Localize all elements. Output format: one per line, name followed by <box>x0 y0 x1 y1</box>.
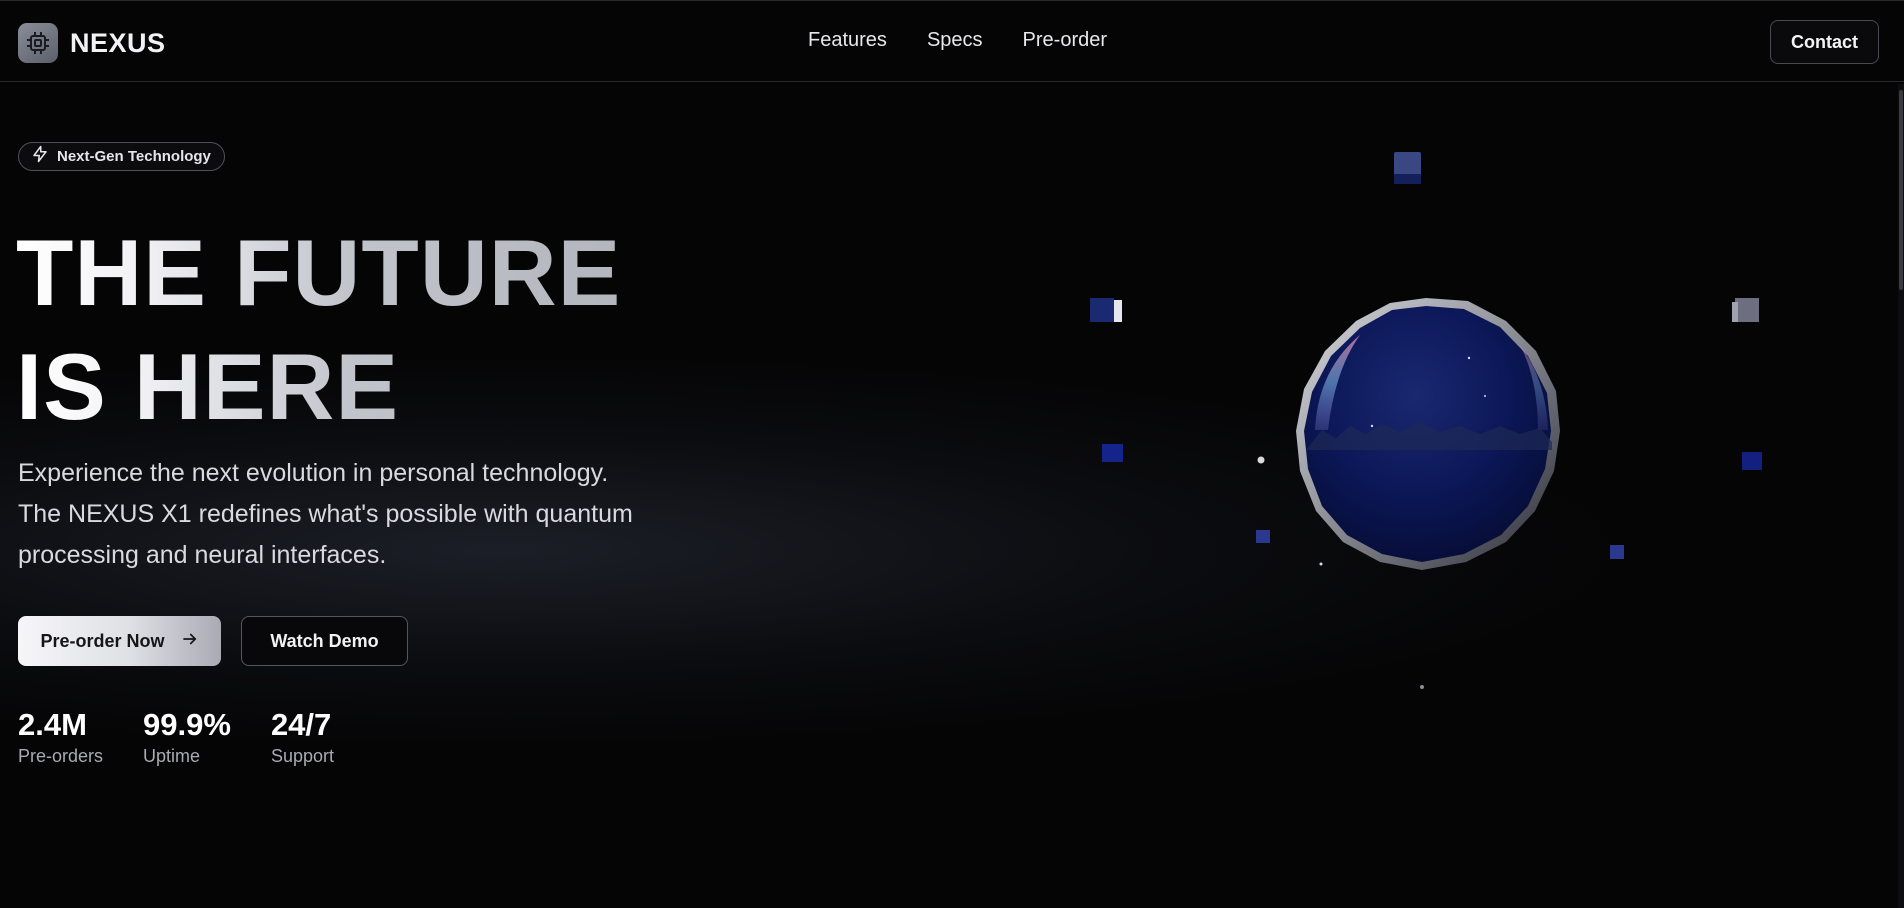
pre-order-now-label: Pre-order Now <box>40 630 165 651</box>
hero-stats: 2.4M Pre-orders 99.9% Uptime 24/7 Suppor… <box>18 706 334 767</box>
brand-logo[interactable]: NEXUS <box>18 23 166 63</box>
particle-dot <box>1319 562 1323 566</box>
contact-button[interactable]: Contact <box>1770 20 1879 64</box>
stat-label: Uptime <box>143 746 201 766</box>
product-3d-scene[interactable] <box>1060 130 1780 720</box>
glass-sphere <box>1296 298 1560 570</box>
badge-label: Next-Gen Technology <box>57 148 211 165</box>
arrow-right-icon <box>181 630 199 653</box>
nav-link-specs[interactable]: Specs <box>927 29 983 52</box>
floating-cube <box>1610 545 1624 559</box>
nav-link-features[interactable]: Features <box>808 29 887 52</box>
stat-value: 2.4M <box>18 707 87 742</box>
scrollbar-thumb[interactable] <box>1899 90 1903 290</box>
description-line-1: Experience the next evolution in persona… <box>18 459 609 487</box>
hero-description: Experience the next evolution in persona… <box>18 453 698 576</box>
watch-demo-button[interactable]: Watch Demo <box>241 616 408 666</box>
stat-value: 99.9% <box>143 707 231 742</box>
description-line-3: processing and neural interfaces. <box>18 541 387 569</box>
stat-pre-orders: 2.4M Pre-orders <box>18 706 103 767</box>
floating-cube <box>1102 444 1123 462</box>
top-navbar: NEXUS Features Specs Pre-order Contact <box>0 0 1904 82</box>
floating-cube <box>1090 298 1122 322</box>
floating-cube <box>1394 152 1421 184</box>
floating-cube <box>1256 530 1270 543</box>
pre-order-now-button[interactable]: Pre-order Now <box>18 616 221 666</box>
floating-cube <box>1742 452 1762 470</box>
floating-cube <box>1732 298 1759 322</box>
stat-label: Support <box>270 746 334 766</box>
stat-support: 24/7 Support <box>271 706 334 767</box>
description-line-2: The NEXUS X1 redefines what's possible w… <box>18 500 633 528</box>
headline-line-1: THE FUTURE <box>16 220 622 325</box>
brand-name: NEXUS <box>70 27 166 58</box>
stat-label: Pre-orders <box>18 746 104 766</box>
tech-badge: Next-Gen Technology <box>18 142 225 171</box>
nav-links: Features Specs Pre-order <box>808 29 1107 52</box>
particle-dot <box>1257 456 1265 464</box>
lightning-icon <box>31 145 49 168</box>
nav-link-pre-order[interactable]: Pre-order <box>1023 29 1107 52</box>
particle-dot <box>1420 685 1424 689</box>
hero-headline: THE FUTURE IS HERE <box>16 216 621 444</box>
chip-icon <box>18 23 58 63</box>
stat-uptime: 99.9% Uptime <box>143 706 231 767</box>
stat-value: 24/7 <box>270 707 332 742</box>
headline-line-2: IS HERE <box>16 334 400 439</box>
